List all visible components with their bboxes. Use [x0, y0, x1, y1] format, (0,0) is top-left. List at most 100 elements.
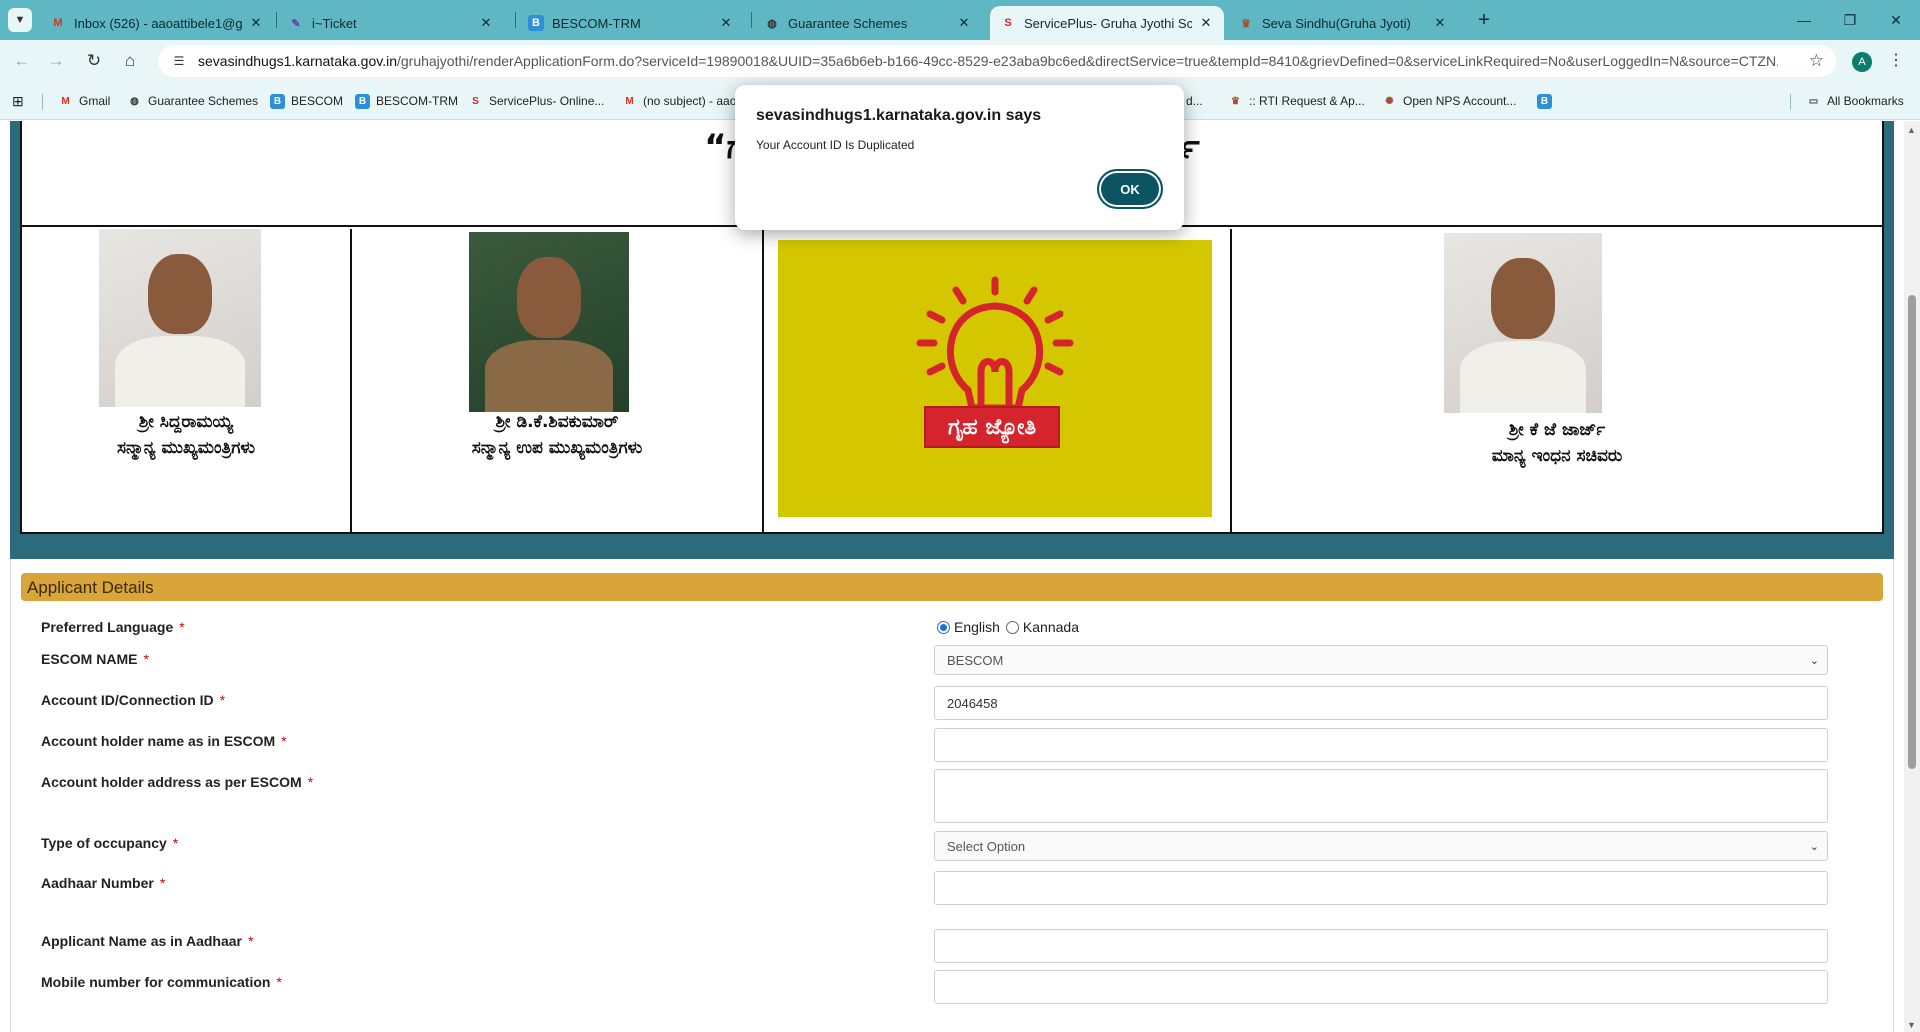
bookmark-guarantee-schemes[interactable]: ◍ Guarantee Schemes — [127, 90, 258, 112]
account-id-input[interactable]: 2046458 — [934, 686, 1828, 720]
logo-text: ಗೃಹ ಜ್ಯೋತಿ — [924, 406, 1060, 448]
bookmark-rti-request[interactable]: ♛:: RTI Request & Ap... — [1228, 90, 1365, 112]
aadhaar-number-input[interactable] — [934, 871, 1828, 905]
apps-grid-icon: ⊞ — [12, 92, 24, 109]
bulb-icon — [916, 276, 1074, 414]
globe-icon: ◍ — [130, 95, 139, 107]
portrait-energy-minister — [1444, 233, 1602, 413]
close-icon[interactable]: ✕ — [956, 15, 972, 31]
dialog-title: sevasindhugs1.karnataka.gov.in says — [756, 107, 1042, 124]
caption-cm: ಶ್ರೀ ಸಿದ್ದರಾಮಯ್ಯ ಸನ್ಮಾನ್ಯ ಮುಖ್ಯಮಂತ್ರಿಗಳು — [116, 412, 256, 458]
home-button[interactable]: ⌂ — [118, 49, 142, 73]
bescom-icon: B — [1537, 93, 1552, 109]
section-header-applicant-details: Applicant Details — [21, 573, 1883, 601]
label-preferred-language: Preferred Language * — [41, 619, 185, 635]
address-bar[interactable]: ☰ sevasindhugs1.karnataka.gov.in/gruhajy… — [158, 45, 1836, 77]
label-escom-name: ESCOM NAME * — [41, 651, 149, 667]
browser-toolbar: ← → ↻ ⌂ ☰ sevasindhugs1.karnataka.gov.in… — [0, 40, 1920, 82]
url-host: sevasindhugs1.karnataka.gov.in — [198, 53, 397, 69]
close-window-button[interactable]: ✕ — [1876, 6, 1916, 34]
serviceplus-icon: S — [1004, 17, 1012, 29]
banner-cell-dcm: ಶ್ರೀ ಡಿ.ಕೆ.ಶಿವಕುಮಾರ್ ಸನ್ಮಾನ್ಯ ಉಪ ಮುಖ್ಯಮಂ… — [352, 229, 764, 532]
bookmark-no-subject[interactable]: M (no subject) - aao — [622, 90, 736, 112]
arrow-right-icon: → — [47, 51, 65, 70]
reload-button[interactable]: ↻ — [82, 49, 106, 73]
emblem-icon: ♛ — [1231, 95, 1240, 107]
tab-search-button[interactable]: ▼ — [8, 8, 32, 32]
close-icon[interactable]: ✕ — [248, 15, 264, 31]
globe-icon: ◍ — [767, 17, 777, 30]
radio-kannada[interactable] — [1005, 620, 1019, 634]
tab-iticket[interactable]: ✎ i~Ticket ✕ — [278, 6, 504, 40]
tab-gmail[interactable]: M Inbox (526) - aaoattibele1@gm ✕ — [40, 6, 274, 40]
bookmark-separator — [1790, 94, 1791, 110]
language-radio-group: English Kannada — [937, 619, 1079, 635]
tab-bescom-trm[interactable]: B BESCOM-TRM ✕ — [518, 6, 744, 40]
back-button[interactable]: ← — [10, 49, 34, 73]
apps-button[interactable]: ⊞ — [12, 90, 24, 112]
radio-english[interactable] — [937, 620, 950, 634]
close-icon[interactable]: ✕ — [718, 15, 734, 31]
escom-name-select[interactable]: BESCOM ⌄ — [934, 645, 1828, 675]
close-icon: ✕ — [1890, 11, 1902, 28]
dialog-message: Your Account ID Is Duplicated — [756, 138, 915, 152]
mobile-number-input[interactable] — [934, 970, 1828, 1004]
tab-seva-sindhu[interactable]: ♛ Seva Sindhu(Gruha Jyoti) ✕ — [1228, 6, 1458, 40]
portrait-cm — [99, 229, 261, 407]
occupancy-select[interactable]: Select Option ⌄ — [934, 831, 1828, 861]
restore-button[interactable]: ❐ — [1830, 6, 1870, 34]
scroll-up-icon[interactable]: ▲ — [1907, 125, 1916, 135]
banner-cell-logo: ಗೃಹ ಜ್ಯೋತಿ — [764, 229, 1232, 532]
minimize-icon: — — [1797, 12, 1811, 28]
tab-serviceplus-gruha-jyothi[interactable]: S ServicePlus- Gruha Jyothi Schem ✕ — [990, 6, 1224, 40]
caption-energy-minister: ಶ್ರೀ ಕೆ ಜೆ ಜಾರ್ಜ್ ಮಾನ್ಯ ಇಂಧನ ಸಚಿವರು — [1491, 420, 1623, 466]
applicant-name-input[interactable] — [934, 929, 1828, 963]
new-tab-button[interactable]: + — [1472, 8, 1496, 32]
site-settings-icon[interactable]: ☰ — [170, 52, 188, 70]
tab-separator — [751, 12, 752, 28]
banner-cell-cm: ಶ್ರೀ ಸಿದ್ದರಾಮಯ್ಯ ಸನ್ಮಾನ್ಯ ಮುಖ್ಯಮಂತ್ರಿಗಳು — [22, 229, 352, 532]
bookmark-bescom[interactable]: B BESCOM — [270, 90, 343, 112]
scroll-down-icon[interactable]: ▼ — [1907, 1020, 1916, 1030]
restore-icon: ❐ — [1843, 11, 1857, 28]
close-icon[interactable]: ✕ — [1432, 15, 1448, 31]
ok-button[interactable]: OK — [1097, 169, 1163, 209]
tab-guarantee-schemes[interactable]: ◍ Guarantee Schemes ✕ — [754, 6, 982, 40]
minimize-button[interactable]: — — [1784, 6, 1824, 34]
bookmark-gmail[interactable]: M Gmail — [58, 90, 110, 112]
page-scrollbar[interactable]: ▲ ▼ — [1904, 121, 1920, 1032]
arrow-left-icon: ← — [13, 51, 31, 70]
serviceplus-icon: S — [472, 95, 479, 107]
all-bookmarks-button[interactable]: ▭ All Bookmarks — [1806, 90, 1904, 112]
chevron-down-icon: ▼ — [14, 14, 26, 26]
home-icon: ⌂ — [124, 51, 136, 70]
chevron-down-icon: ⌄ — [1809, 841, 1819, 853]
bookmark-bescom-icon-only[interactable]: B — [1537, 90, 1558, 112]
account-holder-address-textarea[interactable] — [934, 769, 1828, 823]
page-viewport: “ಗ ರ್ಜಿ Ap eme ಶ್ರೀ ಸಿದ್ದರಾಮಯ್ಯ ಸನ್ಮಾನ್ಯ… — [0, 121, 1904, 1032]
label-aadhaar-number: Aadhaar Number * — [41, 875, 166, 891]
bookmark-separator — [42, 94, 43, 110]
scrollbar-thumb[interactable] — [1908, 295, 1916, 769]
close-icon[interactable]: ✕ — [1198, 15, 1214, 31]
gmail-icon: M — [625, 95, 634, 107]
forward-button[interactable]: → — [44, 49, 68, 73]
applicant-form: Applicant Details Preferred Language * En… — [10, 559, 1894, 1032]
ticket-icon: ✎ — [291, 17, 301, 30]
tab-separator — [515, 12, 516, 28]
label-applicant-name: Applicant Name as in Aadhaar * — [41, 933, 254, 949]
tab-separator — [276, 12, 277, 28]
bookmark-open-nps[interactable]: ✺ Open NPS Account... — [1382, 90, 1516, 112]
bookmark-serviceplus[interactable]: S ServicePlus- Online... — [468, 90, 604, 112]
reload-icon: ↻ — [86, 51, 102, 70]
bookmark-truncated[interactable]: d... — [1186, 90, 1203, 112]
folder-icon: ▭ — [1808, 95, 1819, 107]
close-icon[interactable]: ✕ — [478, 15, 494, 31]
bookmark-star-icon[interactable]: ☆ — [1809, 51, 1824, 71]
profile-avatar[interactable]: A — [1852, 52, 1872, 72]
gmail-icon: M — [61, 95, 70, 107]
account-holder-name-input[interactable] — [934, 728, 1828, 762]
bookmark-bescom-trm[interactable]: B BESCOM-TRM — [355, 90, 458, 112]
browser-menu-icon[interactable]: ⋮ — [1888, 50, 1904, 70]
bescom-icon: B — [270, 93, 285, 109]
